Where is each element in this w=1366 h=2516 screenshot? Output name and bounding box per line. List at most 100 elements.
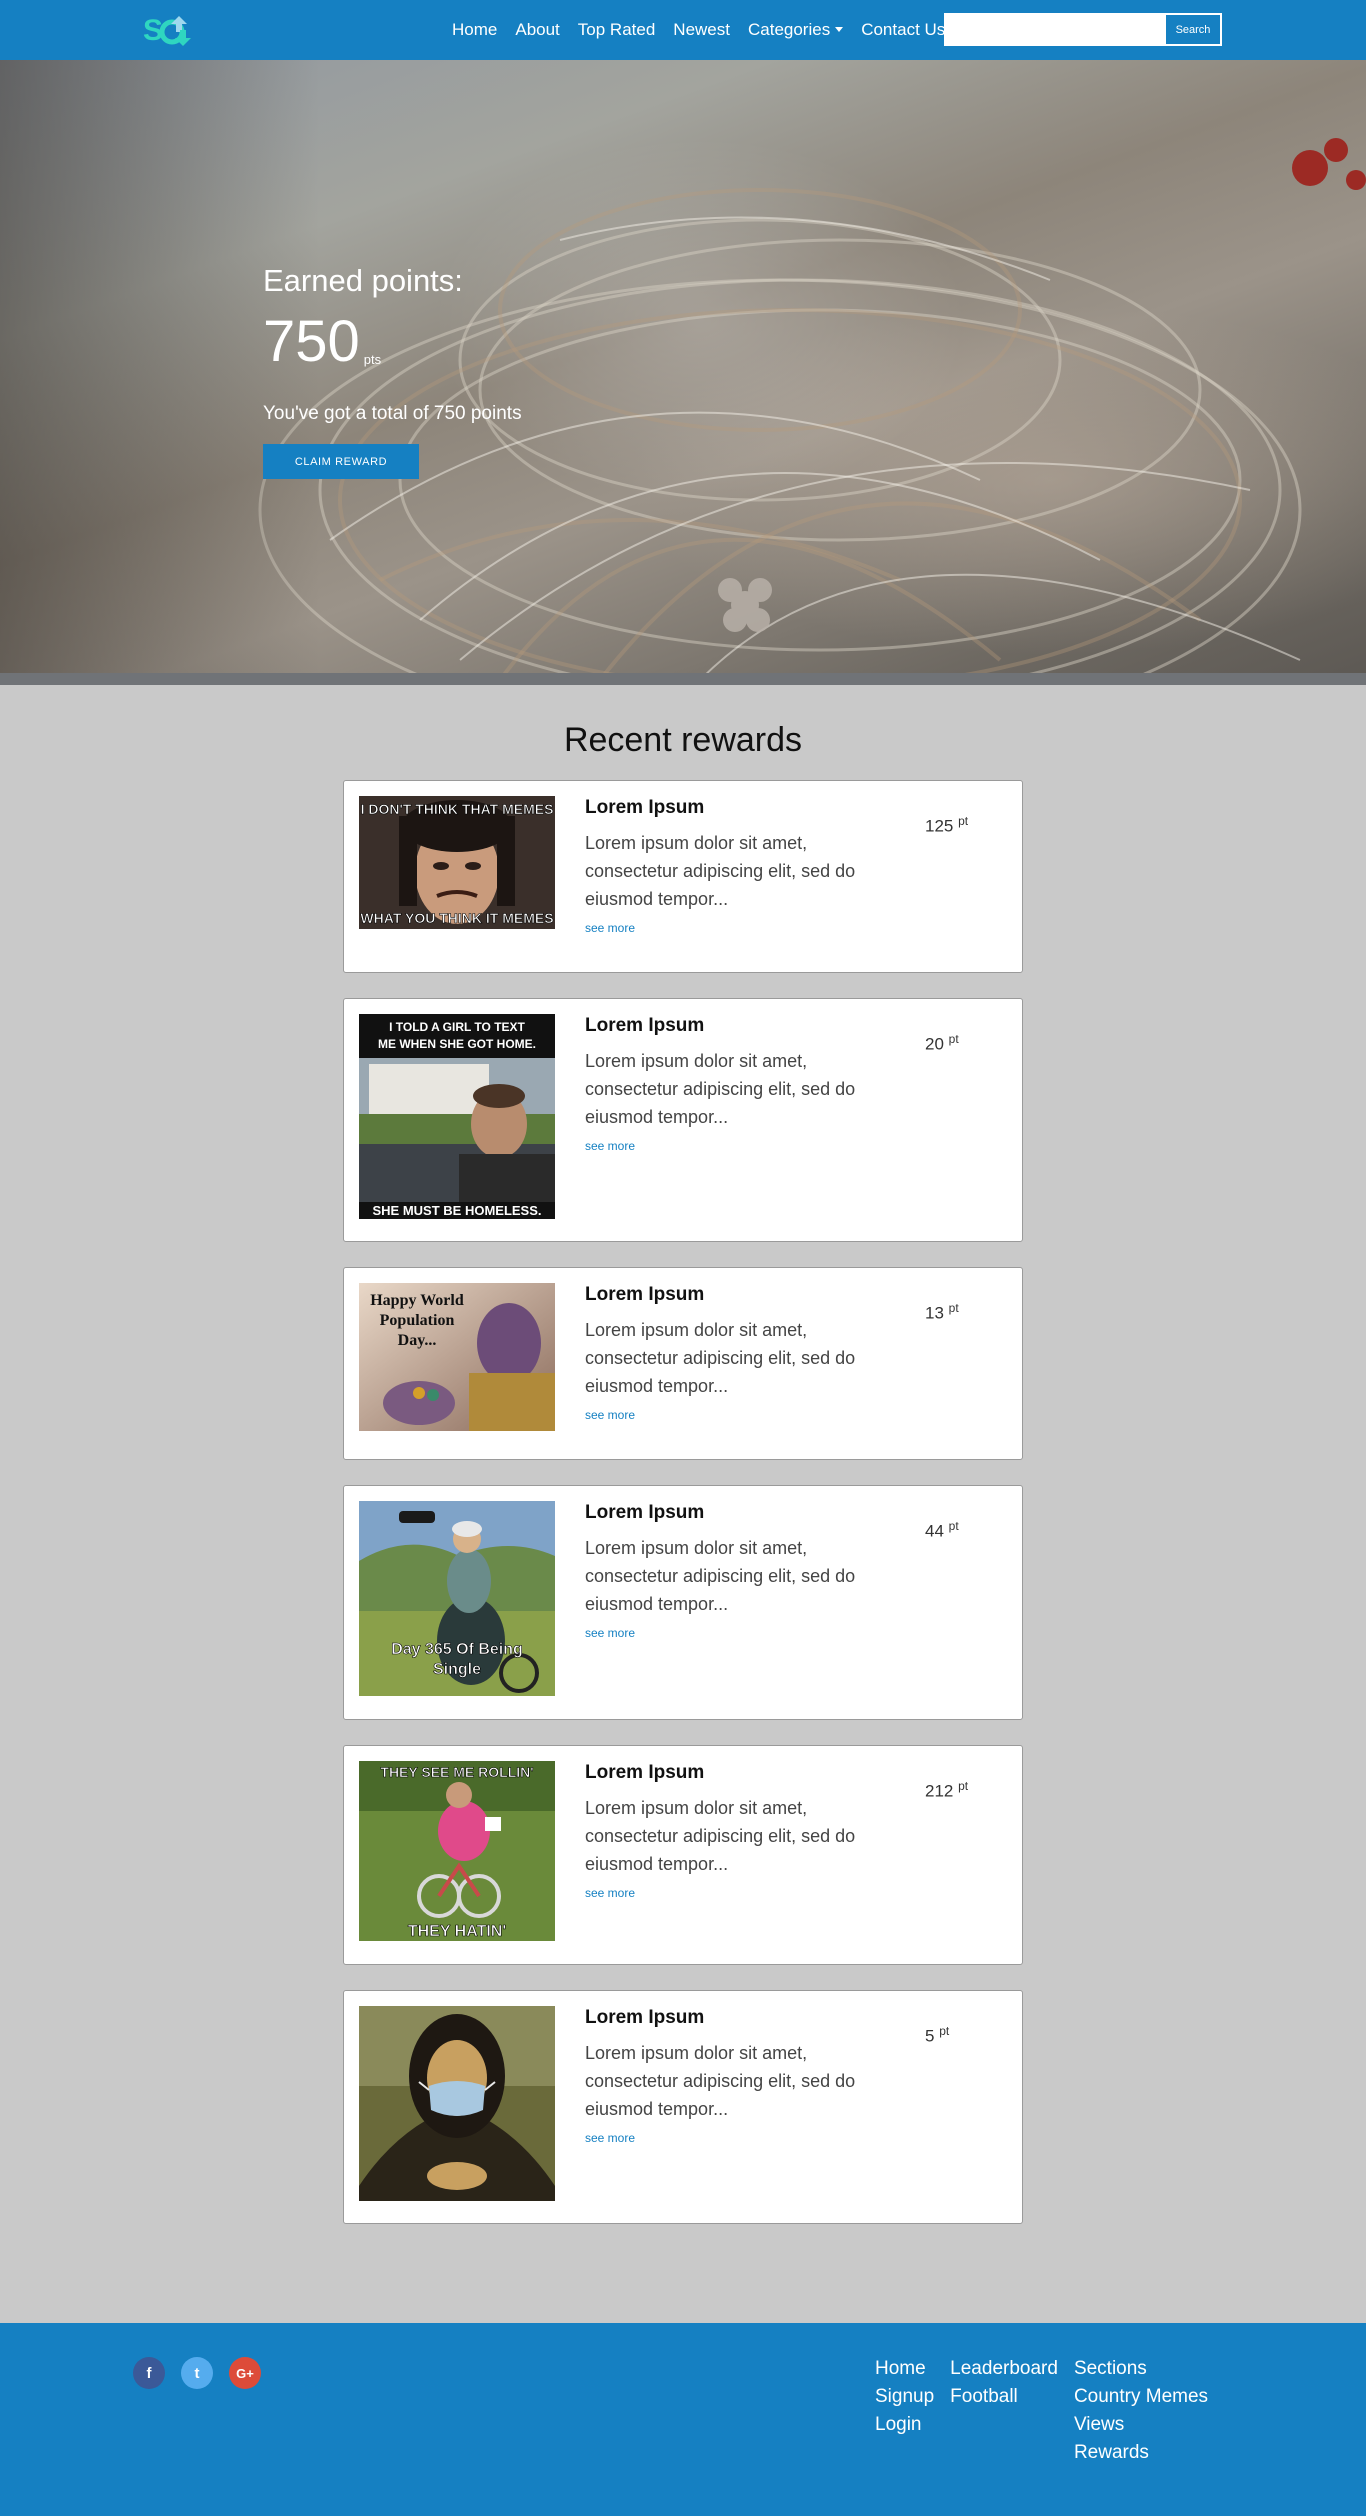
nav-newest[interactable]: Newest bbox=[673, 20, 730, 40]
footer-link-sections[interactable]: Sections bbox=[1074, 2355, 1208, 2383]
reward-text: Lorem ipsum dolor sit amet, consectetur … bbox=[585, 2043, 856, 2119]
reward-card: THEY SEE ME ROLLIN' THEY HATIN' Lorem Ip… bbox=[343, 1745, 1023, 1965]
nav-categories-dropdown[interactable]: Categories bbox=[747, 20, 844, 40]
search-input[interactable] bbox=[945, 14, 1165, 45]
meme-caption-top: ME WHEN SHE GOT HOME. bbox=[378, 1037, 536, 1051]
meme-caption-bottom: Day 365 Of Being bbox=[391, 1641, 523, 1658]
footer-column: Leaderboard Football bbox=[950, 2355, 1058, 2467]
reward-list: I DON'T THINK THAT MEMES WHAT YOU THINK … bbox=[343, 780, 1023, 2224]
meme-caption-top: I TOLD A GIRL TO TEXT bbox=[389, 1020, 525, 1034]
facebook-icon[interactable]: f bbox=[133, 2357, 165, 2389]
see-more-link[interactable]: see more bbox=[585, 1886, 635, 1900]
points-description: You've got a total of 750 points bbox=[263, 403, 522, 424]
footer-link-signup[interactable]: Signup bbox=[875, 2383, 934, 2411]
reward-body: Lorem Ipsum Lorem ipsum dolor sit amet, … bbox=[585, 1502, 885, 1642]
reward-title: Lorem Ipsum bbox=[585, 797, 705, 818]
meme-caption-top: Population bbox=[380, 1312, 455, 1329]
reward-title: Lorem Ipsum bbox=[585, 1762, 705, 1783]
reward-points: 5 pt bbox=[925, 2024, 949, 2047]
footer-links: Home Signup Login Leaderboard Football S… bbox=[875, 2355, 1224, 2467]
reward-body: Lorem Ipsum Lorem ipsum dolor sit amet, … bbox=[585, 1284, 885, 1424]
see-more-link[interactable]: see more bbox=[585, 1139, 635, 1153]
footer-link-login[interactable]: Login bbox=[875, 2411, 934, 2439]
points-unit: pts bbox=[363, 352, 382, 367]
recent-rewards-section: Recent rewards I DON'T THINK THAT MEMES … bbox=[0, 685, 1366, 2323]
reward-points: 20 pt bbox=[925, 1032, 959, 1055]
reward-card: Lorem Ipsum Lorem ipsum dolor sit amet, … bbox=[343, 1990, 1023, 2224]
reward-title: Lorem Ipsum bbox=[585, 1015, 705, 1036]
footer: f t G+ Home Signup Login Leaderboard Foo… bbox=[0, 2323, 1366, 2516]
reward-points-value: 125 bbox=[925, 816, 954, 836]
nav-links: Home About Top Rated Newest Categories C… bbox=[452, 0, 963, 60]
reward-points-unit: pt bbox=[958, 1779, 969, 1793]
reward-title: Lorem Ipsum bbox=[585, 1284, 705, 1305]
points-value: 750 bbox=[263, 309, 360, 374]
see-more-link[interactable]: see more bbox=[585, 1408, 635, 1422]
reward-text: Lorem ipsum dolor sit amet, consectetur … bbox=[585, 1320, 856, 1396]
rewards-title: Recent rewards bbox=[563, 721, 803, 759]
reward-card: I TOLD A GIRL TO TEXT ME WHEN SHE GOT HOM… bbox=[343, 998, 1023, 1242]
meme-caption-bottom: Single bbox=[433, 1661, 481, 1678]
reward-thumbnail[interactable]: I TOLD A GIRL TO TEXT ME WHEN SHE GOT HOM… bbox=[359, 1014, 555, 1219]
reward-points-value: 212 bbox=[925, 1781, 954, 1801]
reward-text: Lorem ipsum dolor sit amet, consectetur … bbox=[585, 1051, 856, 1127]
footer-link-views[interactable]: Views bbox=[1074, 2411, 1208, 2439]
reward-text: Lorem ipsum dolor sit amet, consectetur … bbox=[585, 833, 856, 909]
reward-thumbnail[interactable] bbox=[359, 2006, 555, 2201]
reward-card: I DON'T THINK THAT MEMES WHAT YOU THINK … bbox=[343, 780, 1023, 973]
meme-caption-bottom: SHE MUST BE HOMELESS. bbox=[372, 1203, 541, 1218]
hero-content: Earned points: 750 pts You've got a tota… bbox=[263, 263, 522, 479]
see-more-link[interactable]: see more bbox=[585, 2131, 635, 2145]
reward-points-unit: pt bbox=[948, 1519, 959, 1533]
nav-contact-us[interactable]: Contact Us bbox=[861, 20, 945, 40]
claim-reward-button[interactable]: CLAIM REWARD bbox=[263, 444, 419, 479]
points-display: 750 pts bbox=[263, 313, 522, 371]
footer-link-rewards[interactable]: Rewards bbox=[1074, 2439, 1208, 2467]
footer-link-leaderboard[interactable]: Leaderboard bbox=[950, 2355, 1058, 2383]
caret-down-icon bbox=[835, 27, 844, 32]
footer-link-football[interactable]: Football bbox=[950, 2383, 1058, 2411]
nav-home[interactable]: Home bbox=[452, 20, 497, 40]
nav-categories-label: Categories bbox=[747, 20, 831, 39]
meme-caption-top: Happy World bbox=[370, 1292, 464, 1309]
navbar: S Home About Top Rated Newest Categories… bbox=[0, 0, 1366, 60]
hero-banner: Earned points: 750 pts You've got a tota… bbox=[0, 60, 1366, 685]
reward-thumbnail[interactable]: THEY SEE ME ROLLIN' THEY HATIN' bbox=[359, 1761, 555, 1941]
reward-points-unit: pt bbox=[948, 1032, 959, 1046]
meme-caption-top: Day... bbox=[398, 1332, 437, 1349]
reward-points-value: 5 bbox=[925, 2026, 935, 2046]
reward-thumbnail[interactable]: I DON'T THINK THAT MEMES WHAT YOU THINK … bbox=[359, 796, 555, 929]
reward-points: 13 pt bbox=[925, 1301, 959, 1324]
see-more-link[interactable]: see more bbox=[585, 1626, 635, 1640]
footer-column: Sections Country Memes Views Rewards bbox=[1074, 2355, 1208, 2467]
google-plus-icon[interactable]: G+ bbox=[229, 2357, 261, 2389]
reward-card: Happy World Population Day... Lorem Ipsum … bbox=[343, 1267, 1023, 1460]
twitter-icon[interactable]: t bbox=[181, 2357, 213, 2389]
nav-about[interactable]: About bbox=[515, 20, 559, 40]
footer-column: Home Signup Login bbox=[875, 2355, 934, 2467]
reward-points: 212 pt bbox=[925, 1779, 968, 1802]
reward-points-value: 44 bbox=[925, 1521, 944, 1541]
search-button[interactable]: Search bbox=[1165, 14, 1221, 45]
reward-title: Lorem Ipsum bbox=[585, 1502, 705, 1523]
reward-points-value: 13 bbox=[925, 1303, 944, 1323]
reward-title: Lorem Ipsum bbox=[585, 2007, 705, 2028]
see-more-link[interactable]: see more bbox=[585, 921, 635, 935]
meme-caption-top: I DON'T THINK THAT MEMES bbox=[361, 801, 554, 817]
logo[interactable]: S bbox=[143, 12, 205, 48]
nav-top-rated[interactable]: Top Rated bbox=[578, 20, 656, 40]
footer-link-country-memes[interactable]: Country Memes bbox=[1074, 2383, 1208, 2411]
reward-thumbnail[interactable]: Day 365 Of Being Single bbox=[359, 1501, 555, 1696]
hero-divider bbox=[0, 673, 1366, 685]
hero-title: Earned points: bbox=[263, 263, 463, 298]
meme-caption-bottom: WHAT YOU THINK IT MEMES bbox=[360, 910, 553, 926]
reward-thumbnail[interactable]: Happy World Population Day... bbox=[359, 1283, 555, 1431]
reward-body: Lorem Ipsum Lorem ipsum dolor sit amet, … bbox=[585, 1762, 885, 1902]
footer-link-home[interactable]: Home bbox=[875, 2355, 934, 2383]
reward-text: Lorem ipsum dolor sit amet, consectetur … bbox=[585, 1798, 856, 1874]
reward-body: Lorem Ipsum Lorem ipsum dolor sit amet, … bbox=[585, 1015, 885, 1155]
reward-points: 125 pt bbox=[925, 814, 968, 837]
reward-points-unit: pt bbox=[948, 1301, 959, 1315]
reward-points: 44 pt bbox=[925, 1519, 959, 1542]
meme-caption-top: THEY SEE ME ROLLIN' bbox=[380, 1764, 533, 1780]
